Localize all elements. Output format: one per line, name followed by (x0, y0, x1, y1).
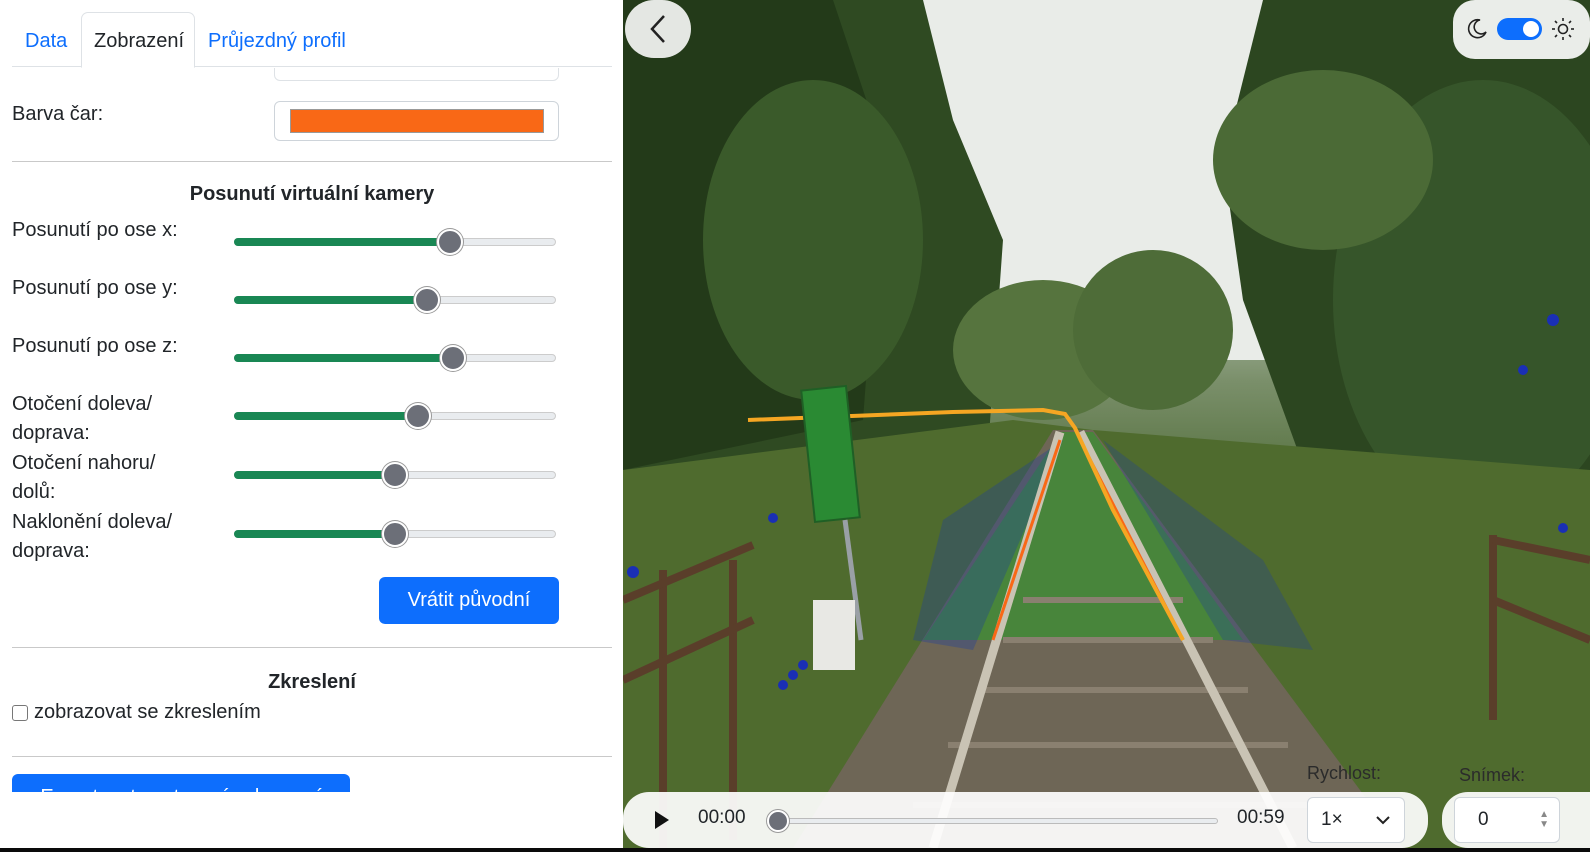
line-color-picker[interactable] (274, 101, 559, 141)
theme-switch-knob (1523, 21, 1539, 37)
divider (12, 647, 612, 648)
distortion-checkbox[interactable] (12, 704, 28, 721)
video-player-bar: 00:00 00:59 1× (623, 792, 1428, 848)
frame-box: 0 ▲ ▼ (1442, 792, 1590, 848)
speed-select[interactable]: 1× (1307, 797, 1405, 843)
line-color-label: Barva čar: (12, 103, 104, 125)
clipped-input-field[interactable] (274, 68, 559, 81)
moon-icon (1467, 18, 1487, 39)
slider-roll-thumb[interactable] (382, 521, 408, 547)
slider-y-thumb[interactable] (414, 287, 441, 313)
time-total: 00:59 (1237, 807, 1285, 828)
slider-yaw-label: Otočení doleva/ doprava: (12, 393, 153, 444)
theme-toggle[interactable] (1453, 0, 1590, 59)
line-color-swatch (290, 109, 544, 133)
distortion-section-title: Zkreslení (268, 671, 356, 693)
slider-z-thumb[interactable] (439, 345, 466, 371)
slider-yaw-thumb[interactable] (404, 403, 431, 429)
slider-pitch[interactable] (234, 462, 556, 488)
frame-number-input[interactable]: 0 ▲ ▼ (1454, 797, 1560, 843)
distortion-checkbox-label: zobrazovat se zkreslením (34, 701, 261, 723)
slider-y[interactable] (234, 287, 556, 313)
seek-track (778, 818, 1218, 824)
time-current: 00:00 (698, 807, 746, 828)
slider-pitch-label: Otočení nahoru/ dolů: (12, 452, 156, 503)
slider-yaw[interactable] (234, 403, 556, 429)
settings-tabs: Data Zobrazení Průjezdný profil (12, 12, 612, 68)
theme-switch[interactable] (1497, 18, 1542, 40)
slider-x[interactable] (234, 229, 556, 255)
divider (12, 161, 612, 162)
distortion-checkbox-row[interactable]: zobrazovat se zkreslením (12, 701, 261, 724)
video-viewport[interactable] (623, 0, 1590, 848)
export-settings-button[interactable]: Exportovat nastavení zobrazení (12, 774, 350, 792)
seek-thumb[interactable] (767, 810, 789, 832)
reset-camera-button[interactable]: Vrátit původní (379, 577, 559, 624)
slider-roll-label: Naklonění doleva/ doprava: (12, 511, 173, 562)
bottom-strip (0, 848, 1590, 852)
slider-z-label: Posunutí po ose z: (12, 335, 178, 357)
railway-point-cloud-image (623, 0, 1590, 848)
frame-value: 0 (1478, 809, 1489, 830)
settings-panel: Data Zobrazení Průjezdný profil Barva ča… (0, 0, 623, 848)
speed-label: Rychlost: (1307, 763, 1382, 783)
slider-y-label: Posunutí po ose y: (12, 277, 178, 299)
divider (12, 756, 612, 757)
tab-data[interactable]: Data (12, 12, 80, 68)
camera-section-title: Posunutí virtuální kamery (189, 183, 435, 205)
spin-arrows-icon[interactable]: ▲ ▼ (1539, 810, 1549, 830)
sun-icon (1552, 18, 1574, 40)
slider-pitch-fill (234, 471, 395, 479)
tab-zobrazeni[interactable]: Zobrazení (81, 12, 195, 68)
slider-x-fill (234, 238, 450, 246)
slider-z[interactable] (234, 345, 556, 371)
chevron-down-icon (1376, 798, 1390, 842)
slider-roll-fill (234, 530, 395, 538)
slider-roll[interactable] (234, 521, 556, 547)
seek-slider[interactable] (767, 810, 1218, 832)
settings-scroll-area[interactable]: Barva čar: Posunutí virtuální kamery Pos… (0, 68, 623, 792)
slider-x-label: Posunutí po ose x: (12, 219, 178, 241)
slider-x-thumb[interactable] (436, 229, 463, 255)
slider-yaw-fill (234, 412, 418, 420)
slider-y-fill (234, 296, 428, 304)
slider-pitch-thumb[interactable] (382, 462, 408, 488)
frame-label: Snímek: (1459, 765, 1526, 785)
tab-prujezdny-profil[interactable]: Průjezdný profil (195, 12, 359, 68)
back-button[interactable] (625, 0, 691, 58)
play-icon[interactable] (653, 809, 671, 831)
slider-z-fill (234, 354, 453, 362)
speed-value: 1× (1321, 809, 1343, 830)
chevron-left-icon (650, 15, 665, 43)
